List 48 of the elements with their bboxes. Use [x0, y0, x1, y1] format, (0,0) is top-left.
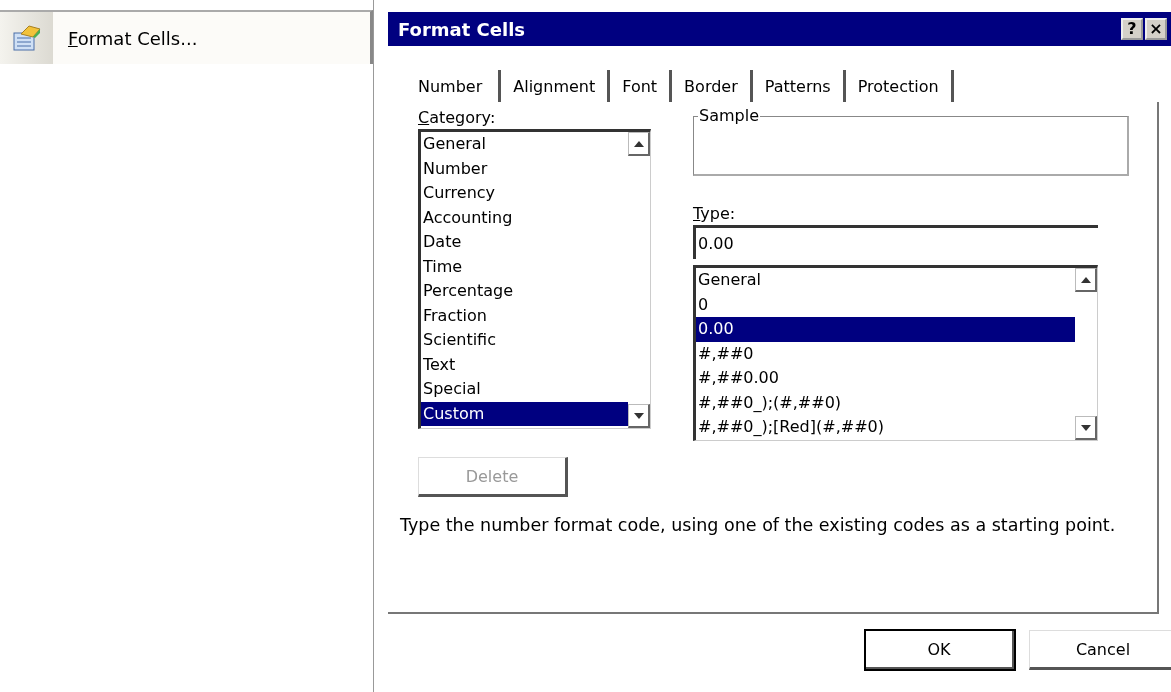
menu-item[interactable]: Format Cells...	[0, 10, 373, 64]
tab[interactable]: Alignment	[498, 70, 608, 102]
close-button[interactable]: ×	[1145, 18, 1167, 40]
list-item[interactable]: Date	[421, 230, 628, 255]
scroll-up-button[interactable]	[1075, 268, 1097, 292]
cancel-button[interactable]: Cancel	[1029, 630, 1171, 670]
list-item[interactable]: #,##0_);[Red](#,##0)	[696, 415, 1075, 440]
scroll-up-button[interactable]	[628, 132, 650, 156]
list-item[interactable]: #,##0.00	[696, 366, 1075, 391]
sample-label: Sample	[698, 107, 760, 125]
list-item[interactable]: 0.00	[696, 317, 1075, 342]
type-input[interactable]: 0.00	[693, 225, 1098, 259]
up-arrow-icon	[1080, 276, 1091, 283]
tab[interactable]: Border	[669, 70, 750, 102]
list-item[interactable]: Text	[421, 352, 628, 377]
tab[interactable]: Patterns	[749, 70, 843, 102]
scroll-down-button[interactable]	[1075, 416, 1097, 440]
list-item[interactable]: 0	[696, 292, 1075, 317]
list-box[interactable]: General Number Currency Accounting Date Time Percentage Fraction Scientific Text Special Custom	[418, 129, 651, 429]
tab[interactable]: Protection	[842, 70, 954, 102]
menu-item-label: Format Cells...	[68, 27, 198, 49]
list-item[interactable]: General	[696, 268, 1075, 293]
window-title: Format Cells	[398, 18, 527, 40]
list-item[interactable]: Time	[421, 254, 628, 279]
format-cells-icon	[12, 25, 41, 51]
list-item[interactable]: Scientific	[421, 328, 628, 353]
list-item[interactable]: Fraction	[421, 303, 628, 328]
tab[interactable]: Font	[607, 70, 670, 102]
type-label: Type:	[693, 204, 737, 223]
list-item[interactable]: General	[421, 132, 628, 157]
list-item[interactable]: #,##0_);(#,##0)	[696, 390, 1075, 415]
scroll-down-button[interactable]	[628, 404, 650, 428]
list-item[interactable]: Number	[421, 156, 628, 181]
help-button[interactable]: ?	[1121, 18, 1143, 40]
list-item[interactable]: Currency	[421, 181, 628, 206]
down-arrow-icon	[633, 412, 644, 419]
category-label: Category:	[418, 108, 497, 127]
ok-button[interactable]: OK	[865, 630, 1015, 670]
list-item[interactable]: Special	[421, 377, 628, 402]
list-box[interactable]: General 0 0.00 #,##0 #,##0.00 #,##0_);(#,##0) #,##0_);[Red](#,##0)	[693, 265, 1098, 441]
list-item[interactable]: Custom	[421, 401, 628, 426]
list-item[interactable]: #,##0	[696, 341, 1075, 366]
down-arrow-icon	[1080, 424, 1091, 431]
list-item[interactable]: Percentage	[421, 279, 628, 304]
list-item[interactable]: Accounting	[421, 205, 628, 230]
description-text: Type the number format code, using one of the existing codes as a starting point.	[400, 514, 1117, 537]
up-arrow-icon	[633, 140, 644, 147]
tab[interactable]: Number	[406, 70, 499, 102]
